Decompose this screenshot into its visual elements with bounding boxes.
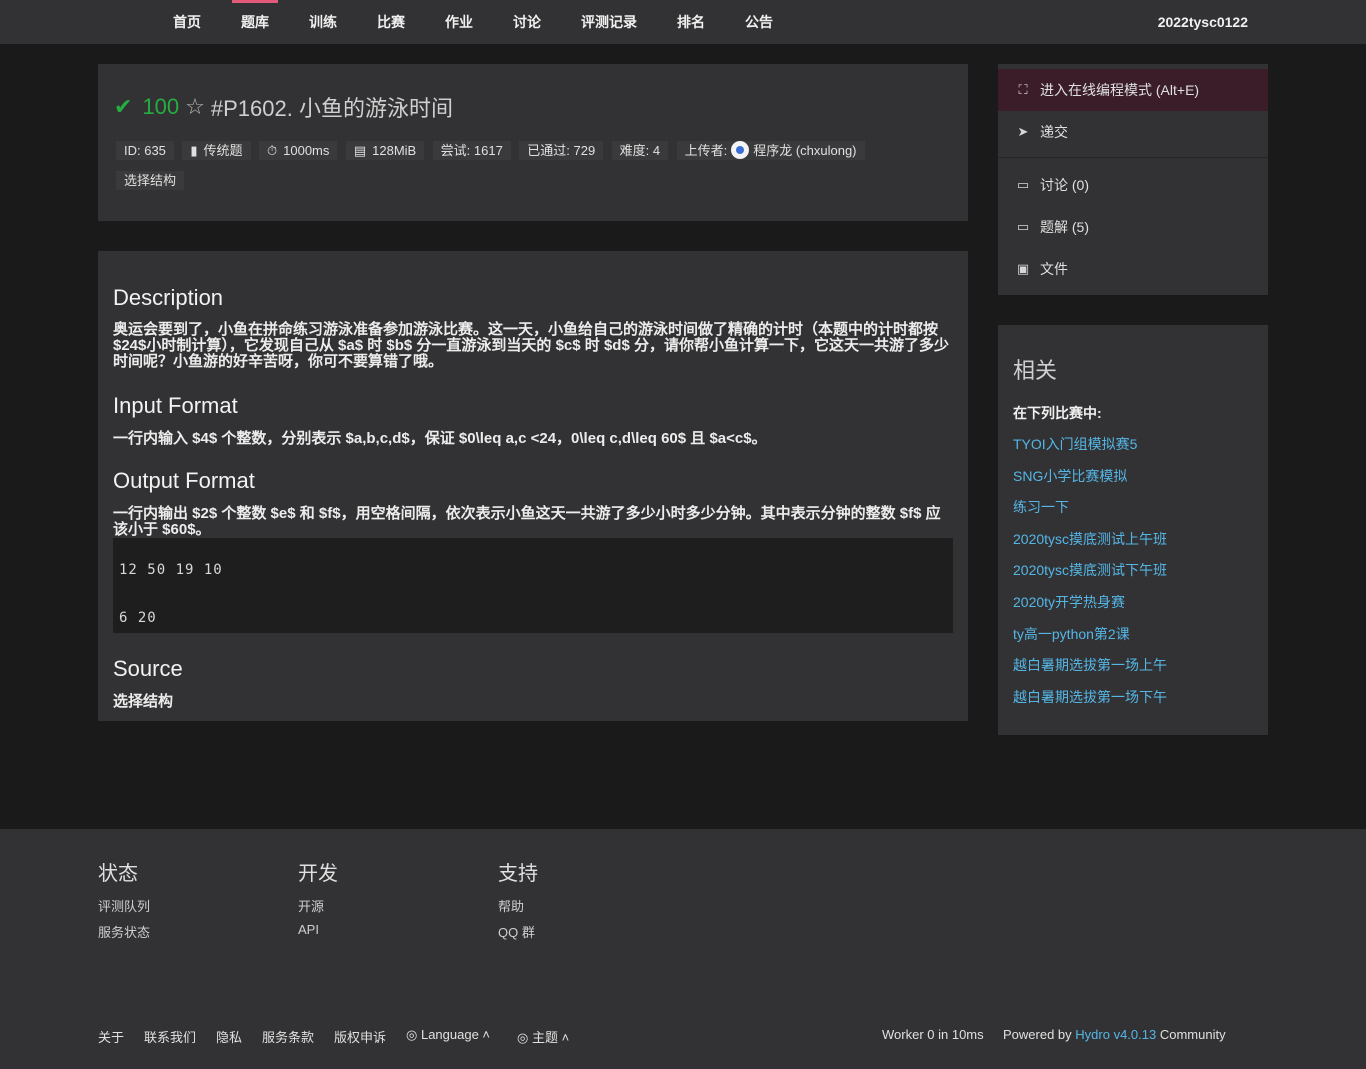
avatar xyxy=(731,141,750,159)
related-contest-link[interactable]: 越白暑期选拔第一场下午 xyxy=(1013,687,1167,707)
sample-code-block: 12 50 19 10 6 20 xyxy=(113,538,953,633)
footer-link-qq-group[interactable]: QQ 群 xyxy=(498,922,535,941)
chevron-up-icon: ˄ xyxy=(557,1030,570,1045)
uploader[interactable]: 上传者: 程序龙 (chxulong) xyxy=(676,141,865,160)
nav-contest[interactable]: 比赛 xyxy=(377,0,405,44)
related-contest-link[interactable]: TYOI入门组模拟赛5 xyxy=(1013,434,1137,454)
nav-home[interactable]: 首页 xyxy=(173,0,201,44)
star-icon[interactable]: ☆ xyxy=(185,94,205,120)
solution-link[interactable]: ▭ 题解 (5) xyxy=(998,206,1268,248)
related-contest-link[interactable]: 练习一下 xyxy=(1013,497,1069,517)
accepted-check-icon: ✔ xyxy=(114,94,133,119)
comment-icon: ▭ xyxy=(1016,219,1030,234)
nav-records[interactable]: 评测记录 xyxy=(581,0,637,44)
globe-icon: ◎ xyxy=(406,1027,421,1042)
nav-ranking[interactable]: 排名 xyxy=(677,0,705,44)
footer-link-privacy[interactable]: 隐私 xyxy=(216,1027,242,1046)
stopwatch-icon: ⏱ xyxy=(267,143,278,158)
footer-link-terms[interactable]: 服务条款 xyxy=(262,1027,314,1046)
footer-support-heading: 支持 xyxy=(498,863,538,885)
sample-input: 12 50 19 10 xyxy=(119,562,223,578)
footer-link-judge-queue[interactable]: 评测队列 xyxy=(98,896,150,915)
footer-link-service-status[interactable]: 服务状态 xyxy=(98,922,150,941)
nav-announcement[interactable]: 公告 xyxy=(745,0,773,44)
footer-link-about[interactable]: 关于 xyxy=(98,1027,124,1046)
files-link[interactable]: ▣ 文件 xyxy=(998,248,1268,290)
description-text: 奥运会要到了，小鱼在拼命练习游泳准备参加游泳比赛。这一天，小鱼给自己的游泳时间做… xyxy=(113,321,949,370)
problem-score: 100 xyxy=(142,94,180,119)
footer-status-heading: 状态 xyxy=(98,863,138,885)
nav-discussion[interactable]: 讨论 xyxy=(513,0,541,44)
memory-limit: ▤ 128MiB xyxy=(345,141,425,160)
output-format-heading: Output Format xyxy=(113,468,255,493)
fullscreen-icon: ⛶ xyxy=(1018,82,1028,97)
accepted-count: 已通过: 729 xyxy=(519,141,604,160)
code-mode-button[interactable]: ⛶ 进入在线编程模式 (Alt+E) xyxy=(998,69,1268,111)
send-icon: ➤ xyxy=(1017,124,1029,139)
problem-meta: ID: 635 ▮ 传统题 ⏱ 1000ms ▤ 128MiB 尝试: 1617 已通… xyxy=(116,141,956,201)
input-format-text: 一行内输入 $4$ 个整数，分别表示 $a,b,c,d$，保证 $0\leq a… xyxy=(113,430,767,447)
discussion-link[interactable]: ▭ 讨论 (0) xyxy=(998,164,1268,206)
problem-title-row: ✔ 100 ☆ #P1602. 小鱼的游泳时间 xyxy=(114,92,453,122)
related-contest-link[interactable]: 2020tysc摸底测试上午班 xyxy=(1013,529,1167,549)
footer-link-help[interactable]: 帮助 xyxy=(498,896,524,915)
image-file-icon: ▣ xyxy=(1016,261,1030,276)
memory-icon: ▤ xyxy=(353,143,367,158)
related-contest-link[interactable]: 2020ty开学热身赛 xyxy=(1013,592,1125,612)
nav-training[interactable]: 训练 xyxy=(309,0,337,44)
footer-link-opensource[interactable]: 开源 xyxy=(298,896,324,915)
top-nav: 首页 题库 训练 比赛 作业 讨论 评测记录 排名 公告 2022tysc012… xyxy=(0,0,1366,44)
input-format-heading: Input Format xyxy=(113,393,238,418)
related-contest-link[interactable]: ty高一python第2课 xyxy=(1013,624,1130,644)
related-heading: 相关 xyxy=(1013,358,1058,383)
chevron-up-icon: ˄ xyxy=(478,1027,491,1042)
nav-homework[interactable]: 作业 xyxy=(445,0,473,44)
output-format-text: 一行内输出 $2$ 个整数 $e$ 和 $f$，用空格间隔，依次表示小鱼这天一共… xyxy=(113,505,941,538)
powered-by: Powered by Hydro v4.0.13 Community xyxy=(1003,1027,1226,1042)
related-contest-link[interactable]: SNG小学比赛模拟 xyxy=(1013,466,1127,486)
hydro-link[interactable]: Hydro v4.0.13 xyxy=(1075,1027,1156,1042)
related-panel: 相关 在下列比赛中: TYOI入门组模拟赛5 SNG小学比赛模拟 练习一下 20… xyxy=(998,325,1268,735)
page-title: #P1602. 小鱼的游泳时间 xyxy=(210,96,453,121)
problem-id: ID: 635 xyxy=(116,141,174,160)
problem-content: Description 奥运会要到了，小鱼在拼命练习游泳准备参加游泳比赛。这一天… xyxy=(98,251,968,721)
theme-selector[interactable]: ◎ 主题 ˄ xyxy=(517,1027,569,1046)
sample-output: 6 20 xyxy=(119,610,157,626)
bookmark-icon: ▮ xyxy=(190,143,198,158)
worker-status: Worker 0 in 10ms xyxy=(882,1027,984,1042)
related-subheading: 在下列比赛中: xyxy=(1013,405,1102,421)
footer-link-api[interactable]: API xyxy=(298,922,319,937)
difficulty: 难度: 4 xyxy=(611,141,669,160)
globe-icon: ◎ xyxy=(517,1030,532,1045)
problem-type: ▮ 传统题 xyxy=(182,141,251,160)
user-menu[interactable]: 2022tysc0122 xyxy=(1158,0,1248,44)
time-limit: ⏱ 1000ms xyxy=(259,141,338,160)
related-contest-link[interactable]: 2020tysc摸底测试下午班 xyxy=(1013,560,1167,580)
tried-count: 尝试: 1617 xyxy=(432,141,511,160)
comment-icon: ▭ xyxy=(1016,177,1030,192)
nav-problems[interactable]: 题库 xyxy=(232,0,278,44)
source-heading: Source xyxy=(113,656,183,681)
footer-link-contact[interactable]: 联系我们 xyxy=(144,1027,196,1046)
sidebar-actions: ⛶ 进入在线编程模式 (Alt+E) ➤ 递交 ▭ 讨论 (0) ▭ 题解 (5) ▣ 文… xyxy=(998,64,1268,295)
footer-dev-heading: 开发 xyxy=(298,863,338,885)
divider xyxy=(998,157,1268,158)
problem-tag[interactable]: 选择结构 xyxy=(116,171,185,190)
problem-header: ✔ 100 ☆ #P1602. 小鱼的游泳时间 ID: 635 ▮ 传统题 ⏱ 10… xyxy=(98,64,968,221)
footer-link-copyright[interactable]: 版权申诉 xyxy=(334,1027,386,1046)
footer: 状态 评测队列 服务状态 开发 开源 API 支持 帮助 QQ 群 关于 联系我… xyxy=(0,829,1366,1069)
source-text: 选择结构 xyxy=(113,693,174,710)
language-selector[interactable]: ◎ Language ˄ xyxy=(406,1027,490,1043)
description-heading: Description xyxy=(113,285,224,310)
related-contest-link[interactable]: 越白暑期选拔第一场上午 xyxy=(1013,655,1167,675)
submit-button[interactable]: ➤ 递交 xyxy=(998,111,1268,153)
